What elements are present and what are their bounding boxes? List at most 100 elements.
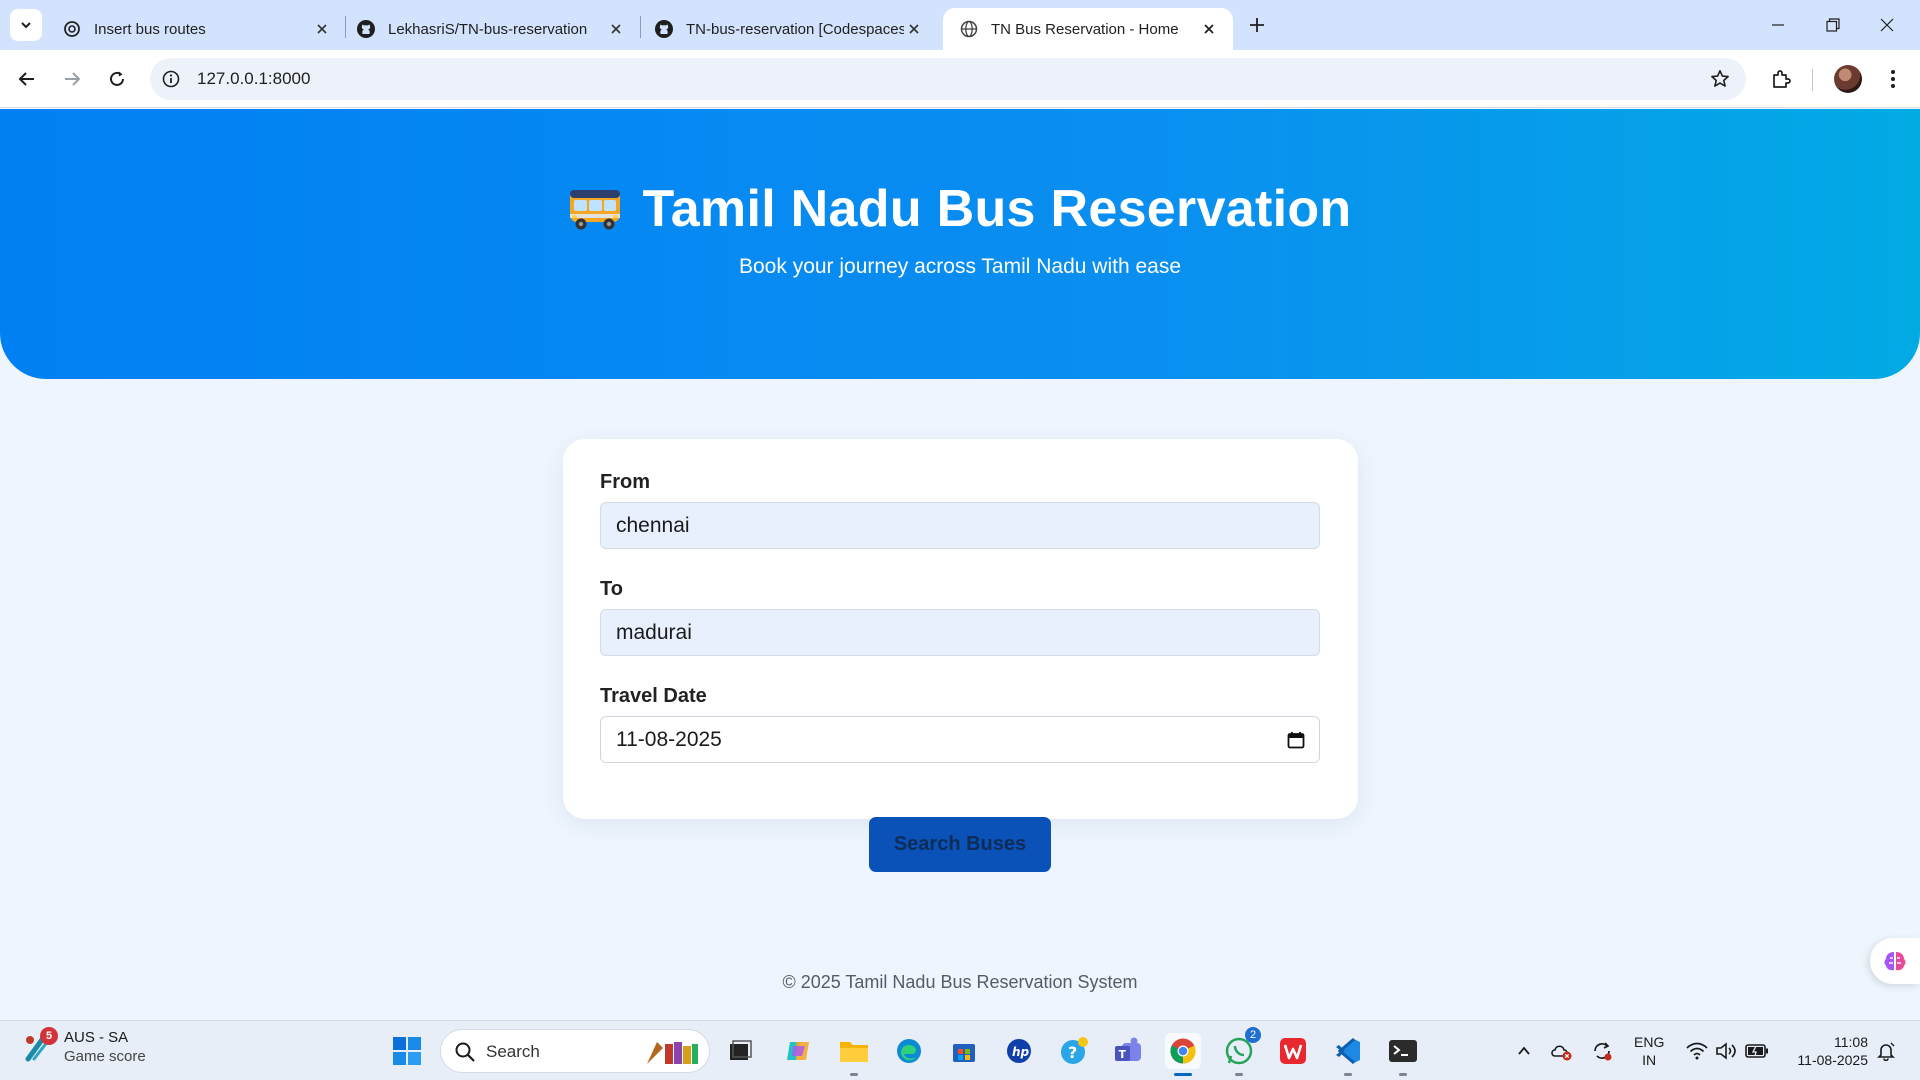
taskbar-copilot[interactable] — [780, 1033, 816, 1069]
new-tab-button[interactable] — [1243, 11, 1271, 39]
taskbar-terminal[interactable] — [1385, 1033, 1421, 1076]
tab-codespaces[interactable]: TN-bus-reservation [Codespaces — [638, 8, 938, 50]
widget-subtitle: Game score — [64, 1048, 146, 1065]
back-button[interactable] — [10, 62, 44, 96]
page-viewport: Tamil Nadu Bus Reservation Book your jou… — [0, 109, 1920, 1020]
close-icon[interactable] — [312, 19, 332, 39]
tray-chevron-up-icon[interactable] — [1512, 1039, 1536, 1063]
info-icon[interactable] — [160, 68, 182, 90]
system-clock[interactable]: 11:08 11-08-2025 — [1786, 1033, 1868, 1069]
task-view-icon — [730, 1040, 752, 1060]
travel-date-value: 11-08-2025 — [616, 727, 722, 751]
notification-bell-icon[interactable] — [1874, 1039, 1898, 1063]
minimize-button[interactable] — [1758, 10, 1798, 40]
from-value: chennai — [616, 513, 690, 537]
tab-title: Insert bus routes — [94, 20, 206, 38]
reload-button[interactable] — [100, 62, 134, 96]
region-code: IN — [1642, 1052, 1657, 1068]
tab-title: TN-bus-reservation [Codespaces — [686, 20, 904, 38]
url-text[interactable]: 127.0.0.1:8000 — [197, 69, 310, 89]
search-buses-button[interactable]: Search Buses — [869, 817, 1051, 872]
news-widget[interactable]: 5 AUS - SA Game score — [22, 1027, 146, 1065]
extensions-puzzle-icon[interactable] — [1769, 66, 1795, 92]
taskbar-help[interactable]: ? — [1057, 1033, 1093, 1069]
to-input[interactable]: madurai — [600, 609, 1320, 656]
running-indicator — [1399, 1073, 1407, 1076]
to-label: To — [600, 578, 623, 600]
widget-title: AUS - SA — [64, 1029, 129, 1046]
search-icon — [455, 1042, 475, 1062]
wps-office-icon — [1280, 1038, 1306, 1064]
taskbar-teams[interactable]: T — [1110, 1033, 1146, 1069]
close-icon[interactable] — [1199, 19, 1219, 39]
battery-charging-icon[interactable] — [1745, 1039, 1769, 1063]
svg-text:T: T — [1119, 1048, 1127, 1061]
input-language-indicator[interactable]: ENG IN — [1634, 1033, 1664, 1069]
restore-icon — [1826, 18, 1840, 32]
address-bar[interactable]: 127.0.0.1:8000 — [150, 58, 1746, 100]
running-indicator — [1344, 1073, 1352, 1076]
taskbar-hp[interactable]: hp — [1001, 1033, 1037, 1069]
taskbar-wps-office[interactable] — [1275, 1033, 1311, 1069]
close-icon[interactable] — [606, 19, 626, 39]
onedrive-error-icon[interactable] — [1549, 1039, 1573, 1063]
vscode-icon — [1336, 1037, 1360, 1065]
travel-date-input[interactable]: 11-08-2025 — [600, 716, 1320, 763]
help-icon: ? — [1061, 1037, 1088, 1064]
browser-toolbar: 127.0.0.1:8000 — [0, 50, 1920, 108]
language-code: ENG — [1634, 1034, 1665, 1050]
search-form-card: From chennai To madurai Travel Date 11-0… — [563, 439, 1358, 872]
teams-icon: T — [1115, 1037, 1141, 1061]
plus-icon — [1250, 18, 1264, 32]
bookmark-star-icon[interactable] — [1708, 67, 1732, 91]
copilot-sidebar-button[interactable] — [1870, 938, 1920, 984]
profile-avatar[interactable] — [1834, 65, 1862, 93]
sync-icon[interactable] — [1590, 1039, 1614, 1063]
taskbar-vscode[interactable] — [1330, 1033, 1366, 1076]
taskbar-chrome[interactable] — [1165, 1033, 1201, 1076]
page-subtitle: Book your journey across Tamil Nadu with… — [739, 255, 1181, 278]
taskbar-edge[interactable] — [891, 1033, 927, 1069]
taskbar-file-explorer-dark[interactable] — [722, 1033, 758, 1069]
bus-icon — [568, 186, 622, 232]
unread-badge: 2 — [1245, 1027, 1261, 1043]
toolbar-divider — [1812, 69, 1813, 91]
calendar-icon[interactable] — [1285, 729, 1307, 751]
close-icon[interactable] — [904, 19, 924, 39]
clock-date: 11-08-2025 — [1797, 1052, 1868, 1068]
copilot-brain-icon — [1884, 952, 1906, 971]
taskbar-whatsapp[interactable]: 2 — [1221, 1027, 1261, 1076]
svg-text:?: ? — [1068, 1043, 1077, 1062]
tab-title: LekhasriS/TN-bus-reservation — [388, 20, 588, 38]
tab-github-repo[interactable]: LekhasriS/TN-bus-reservation — [340, 8, 640, 50]
clock-time: 11:08 — [1834, 1034, 1868, 1050]
footer-copyright: © 2025 Tamil Nadu Bus Reservation System — [782, 972, 1138, 992]
forward-button[interactable] — [55, 62, 89, 96]
notification-badge: 5 — [40, 1027, 58, 1045]
running-indicator — [850, 1073, 858, 1076]
tab-bar: Insert bus routes LekhasriS/TN-bus-reser… — [0, 0, 1920, 50]
tab-search-button[interactable] — [10, 9, 42, 41]
volume-icon[interactable] — [1714, 1039, 1738, 1063]
tab-tn-bus-reservation-home[interactable]: TN Bus Reservation - Home — [943, 8, 1233, 50]
openai-icon — [62, 19, 82, 39]
menu-kebab-icon[interactable] — [1880, 66, 1906, 92]
close-icon — [1880, 18, 1894, 32]
from-label: From — [600, 471, 650, 493]
taskbar-file-explorer[interactable] — [836, 1033, 872, 1076]
search-placeholder: Search — [486, 1042, 540, 1061]
github-icon — [654, 19, 674, 39]
from-input[interactable]: chennai — [600, 502, 1320, 549]
taskbar-search-box[interactable]: Search — [440, 1029, 710, 1073]
taskbar-store[interactable] — [946, 1033, 982, 1069]
start-button[interactable] — [392, 1036, 422, 1066]
close-window-button[interactable] — [1867, 10, 1907, 40]
tab-insert-bus-routes[interactable]: Insert bus routes — [46, 8, 346, 50]
page-title: Tamil Nadu Bus Reservation — [642, 180, 1352, 238]
arrow-left-icon — [18, 72, 34, 86]
restore-button[interactable] — [1813, 10, 1853, 40]
wifi-icon[interactable] — [1685, 1039, 1709, 1063]
minimize-icon — [1772, 24, 1784, 26]
reload-icon — [110, 71, 124, 86]
cricket-icon: 5 — [22, 1027, 58, 1063]
